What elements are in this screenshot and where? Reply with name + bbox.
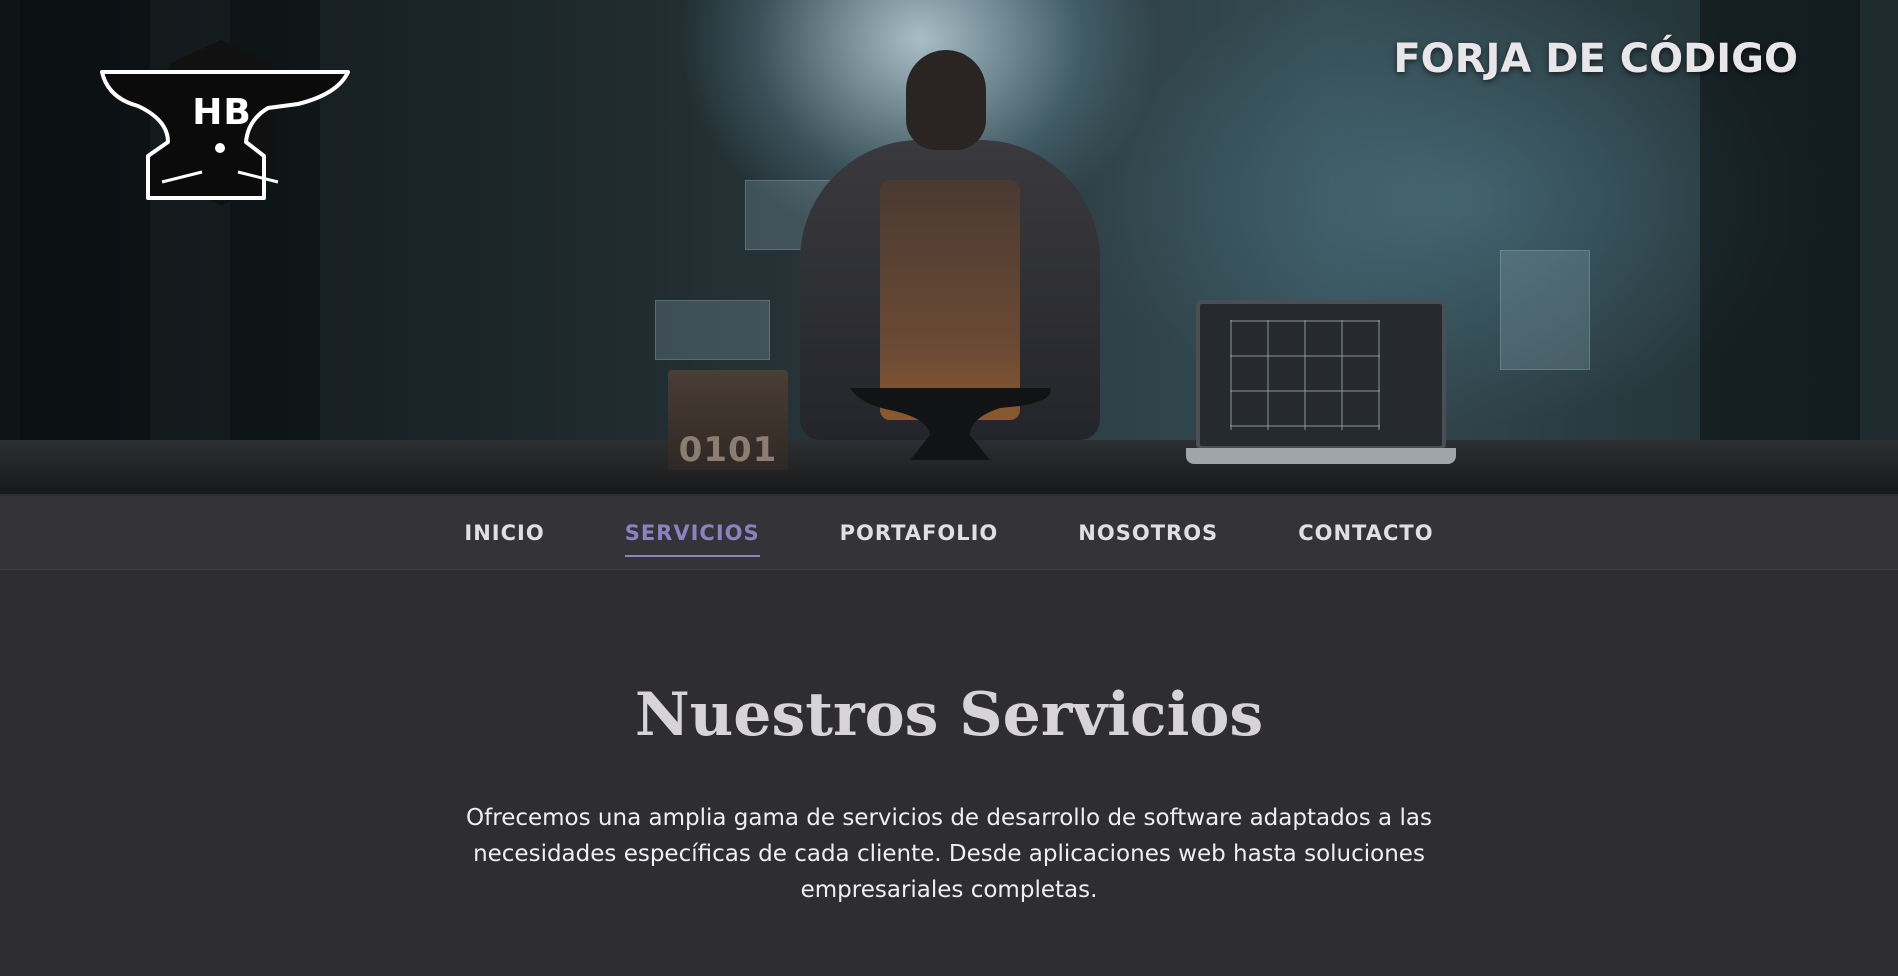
laptop-base bbox=[1186, 448, 1456, 464]
hero-banner: 0101 HB FORJA DE CÓDIGO bbox=[0, 0, 1898, 494]
nav-item-contacto[interactable]: CONTACTO bbox=[1298, 515, 1433, 551]
nav-item-nosotros[interactable]: NOSOTROS bbox=[1078, 515, 1218, 551]
background-panel bbox=[655, 300, 770, 360]
section-description: Ofrecemos una amplia gama de servicios d… bbox=[466, 805, 1432, 903]
main-navigation: INICIO SERVICIOS PORTAFOLIO NOSOTROS CON… bbox=[0, 496, 1898, 570]
nav-item-servicios[interactable]: SERVICIOS bbox=[624, 515, 760, 557]
code-block-text: 0101 bbox=[678, 430, 778, 470]
background-panel bbox=[1500, 250, 1590, 370]
blacksmith-head bbox=[906, 50, 986, 150]
laptop-app-grid bbox=[1230, 320, 1380, 430]
nav-item-inicio[interactable]: INICIO bbox=[464, 515, 544, 551]
anvil-illustration bbox=[850, 388, 1051, 460]
brand-title: FORJA DE CÓDIGO bbox=[1393, 36, 1798, 82]
logo-monogram: HB bbox=[192, 92, 252, 133]
nav-item-portafolio[interactable]: PORTAFOLIO bbox=[840, 515, 999, 551]
section-title: Nuestros Servicios bbox=[634, 680, 1264, 750]
